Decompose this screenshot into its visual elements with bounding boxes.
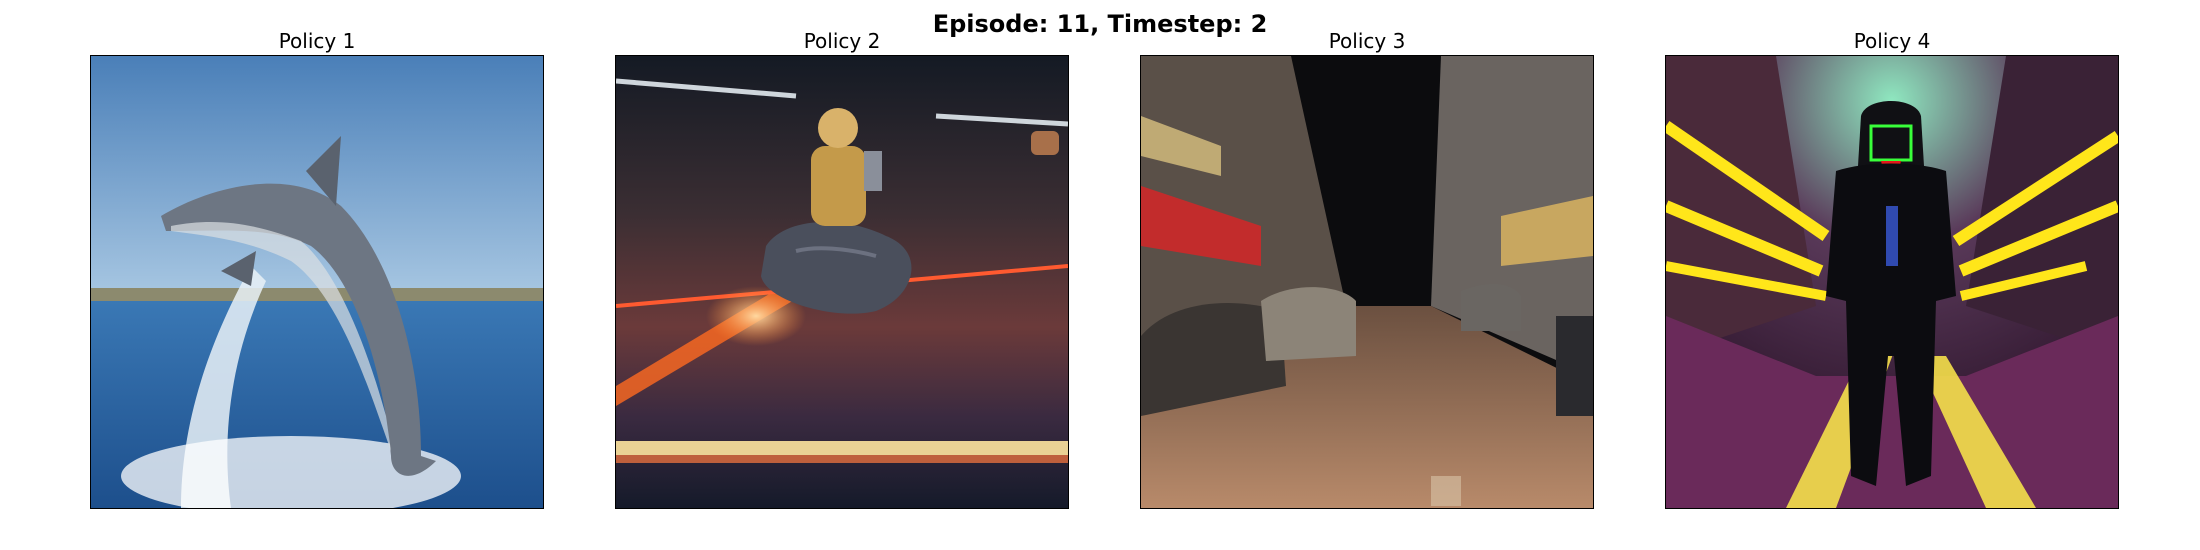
panel-title: Policy 2: [803, 29, 881, 53]
neon-figure-image: [1666, 56, 2118, 508]
panel-image-frame: [1665, 55, 2119, 509]
panel-image-frame: [1140, 55, 1594, 509]
panel-policy-3: Policy 3: [1140, 27, 1594, 509]
panel-title: Policy 1: [278, 29, 356, 53]
panel-policy-2: Policy 2: [615, 27, 1069, 509]
panel-title: Policy 4: [1853, 29, 1931, 53]
panel-title: Policy 3: [1328, 29, 1406, 53]
panel-image-frame: [90, 55, 544, 509]
dolphin-image: [91, 56, 543, 508]
city-street-image: [1141, 56, 1593, 508]
panel-policy-4: Policy 4: [1665, 27, 2119, 509]
panel-policy-1: Policy 1: [90, 27, 544, 509]
panel-image-frame: [615, 55, 1069, 509]
astronaut-image: [616, 56, 1068, 508]
